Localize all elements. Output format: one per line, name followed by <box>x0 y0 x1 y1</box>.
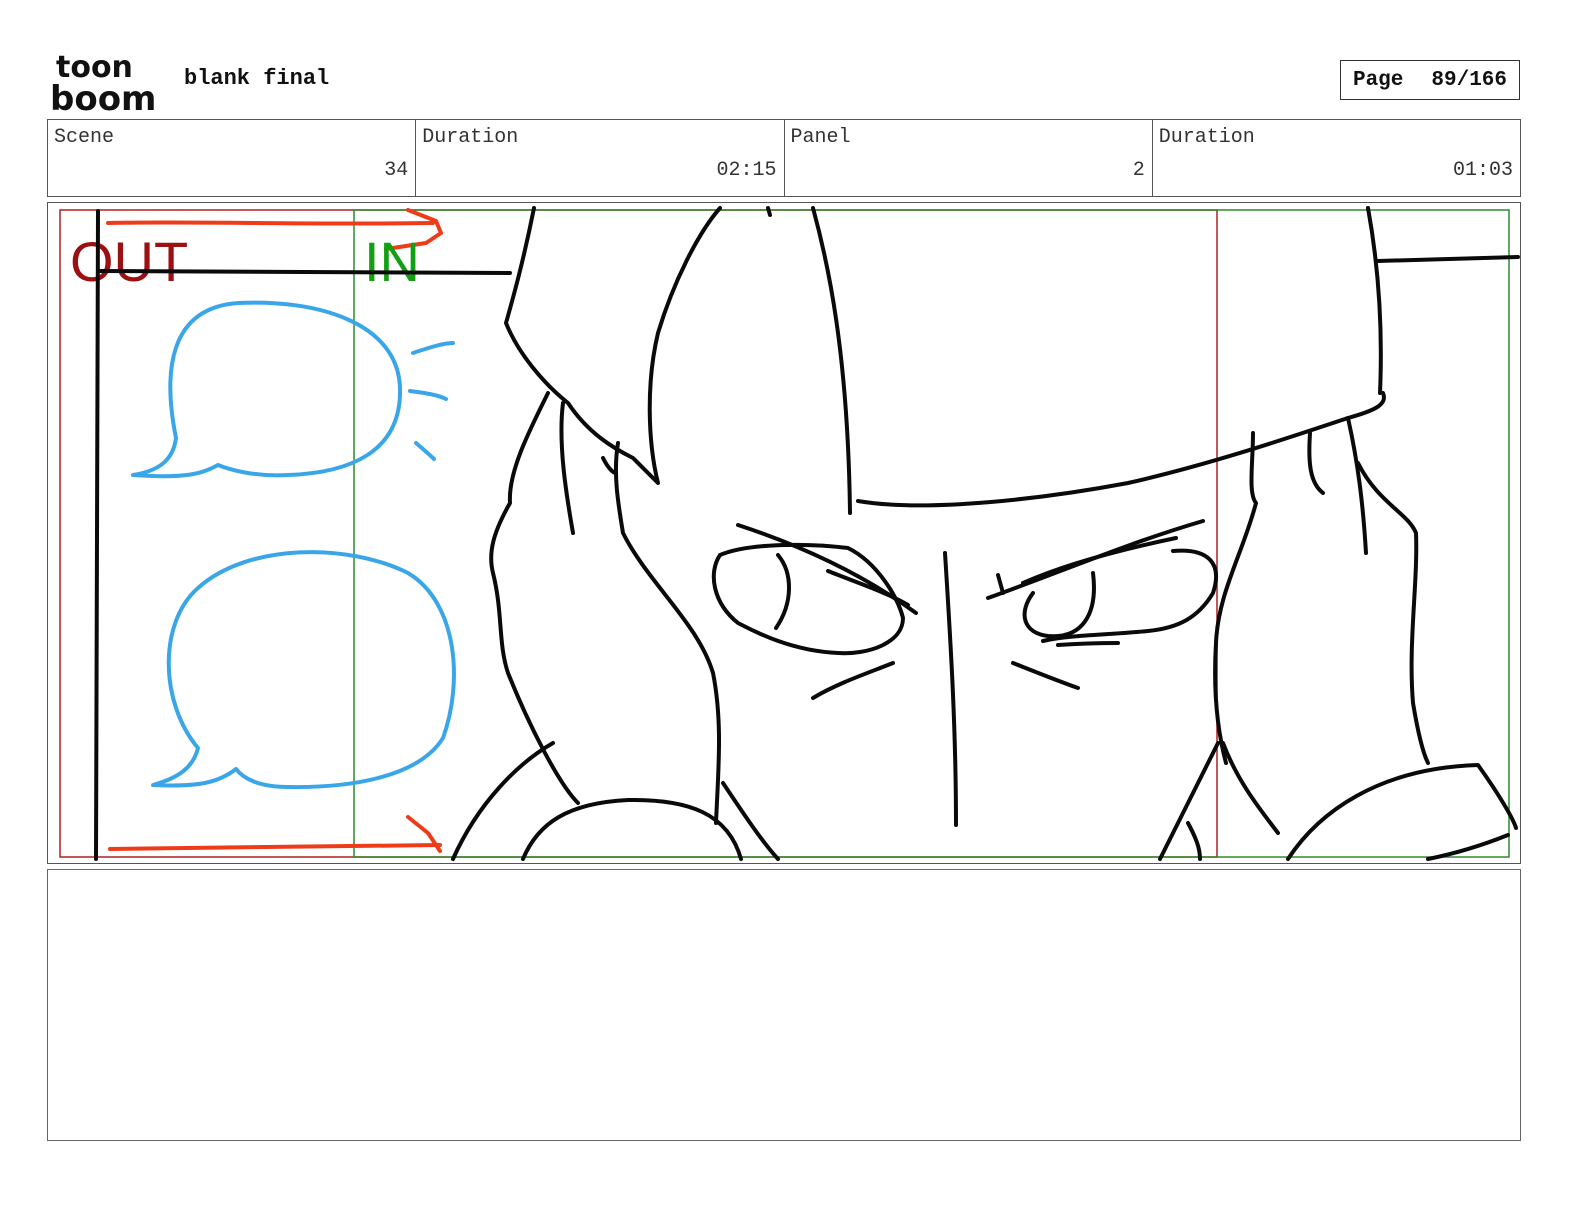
collar-line <box>721 781 780 861</box>
panel-notes-area[interactable] <box>47 869 1521 1141</box>
in-label: IN <box>364 230 420 293</box>
panel-duration-value: 01:03 <box>1452 159 1513 182</box>
toon-boom-logo: toon boom <box>50 50 156 114</box>
panel-cell: Panel 2 <box>785 120 1153 196</box>
panel-info-bar: Scene 34 Duration 02:15 Panel 2 Duration… <box>47 119 1521 197</box>
scene-number: 34 <box>384 159 409 182</box>
emphasis-mark <box>411 341 455 355</box>
panel-label: Panel <box>790 126 851 149</box>
left-eyebrow <box>736 523 918 615</box>
hair-strand <box>766 206 772 217</box>
right-eyebrow <box>996 573 1005 595</box>
top-arrow-line <box>106 220 435 226</box>
hair-line <box>856 391 1386 508</box>
out-label: OUT <box>70 230 188 293</box>
scene-duration-value: 02:15 <box>716 159 777 182</box>
left-finger <box>559 401 575 535</box>
lower-speech-bubble <box>151 550 456 790</box>
emphasis-mark <box>414 441 436 461</box>
left-cheek-mark <box>811 661 895 700</box>
hair-spike <box>504 206 722 485</box>
page-label: Page <box>1352 68 1404 92</box>
right-cheek-mark <box>1011 661 1080 690</box>
right-hand-outline <box>1356 461 1430 765</box>
scene-cell: Scene 34 <box>48 120 417 196</box>
page-indicator: Page 89/166 <box>1340 60 1520 100</box>
project-title: blank final <box>184 66 330 91</box>
right-arm <box>1158 741 1220 861</box>
right-arm <box>1186 821 1202 861</box>
nose-line <box>943 551 958 827</box>
scene-duration-cell: Duration 02:15 <box>416 120 785 196</box>
right-sleeve <box>1426 833 1510 861</box>
camera-move-arrows <box>106 208 443 853</box>
panel-number: 2 <box>1132 159 1145 182</box>
background-edge-line <box>94 209 100 861</box>
panel-sketch: OUT IN <box>59 206 1520 861</box>
right-hand-outline <box>1213 431 1258 765</box>
storyboard-panel: OUT IN <box>47 202 1521 864</box>
left-iris <box>774 553 791 630</box>
scene-duration-label: Duration <box>422 126 519 149</box>
left-eye <box>711 542 905 656</box>
right-finger <box>1346 416 1368 555</box>
bottom-arrow-line <box>108 843 442 851</box>
scene-label: Scene <box>54 126 115 149</box>
hair-strand <box>811 206 852 515</box>
right-wrist <box>1221 741 1280 835</box>
panel-duration-label: Duration <box>1158 126 1255 149</box>
panel-duration-cell: Duration 01:03 <box>1153 120 1520 196</box>
out-frame-guide <box>59 209 1218 858</box>
hair-strand <box>1366 206 1383 395</box>
background-horizon-line <box>96 269 512 275</box>
left-arm <box>451 741 555 861</box>
page-number: 89/166 <box>1431 68 1508 92</box>
speech-bubbles <box>131 300 456 790</box>
emphasis-mark <box>408 389 448 401</box>
left-cheek-outline <box>613 441 722 825</box>
right-finger <box>1307 431 1325 495</box>
left-hand-outline <box>489 391 580 805</box>
right-eye-lash <box>1056 641 1120 647</box>
upper-speech-bubble <box>131 300 403 479</box>
logo-bottom-text: boom <box>50 79 156 114</box>
collar-curve <box>521 797 743 861</box>
background-horizon-line <box>1376 255 1520 263</box>
